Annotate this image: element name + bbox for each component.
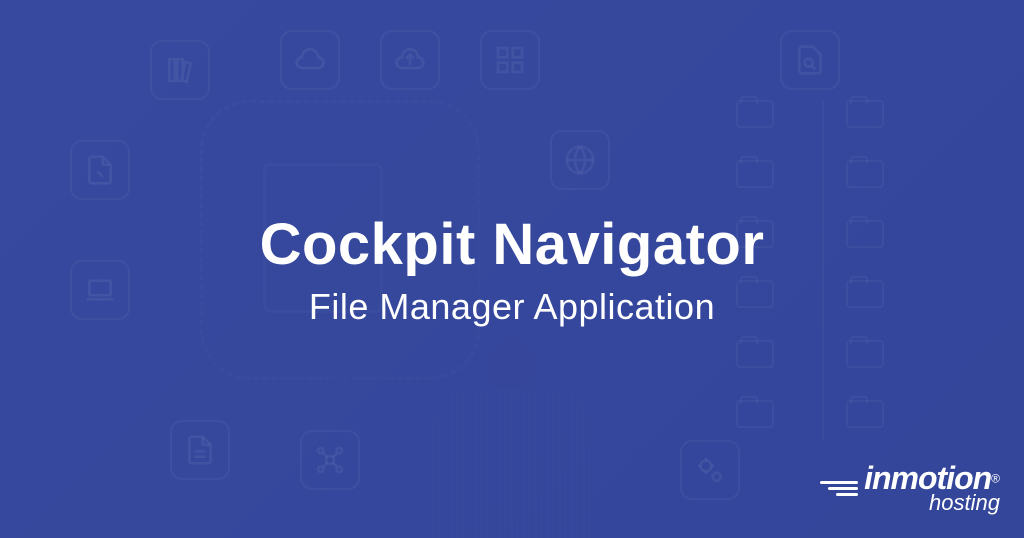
network-icon: [300, 430, 360, 490]
person-silhouette: [422, 338, 602, 538]
folder-icon: [846, 220, 884, 248]
laptop-icon: [70, 260, 130, 320]
folder-icon: [846, 160, 884, 188]
folder-icon: [846, 340, 884, 368]
books-icon: [150, 40, 210, 100]
document-edit-icon: [70, 140, 130, 200]
registered-symbol: ®: [991, 472, 1000, 486]
banner-subheadline: File Manager Application: [260, 286, 765, 328]
brand-logo: inmotion® hosting: [820, 462, 1000, 514]
logo-text: inmotion® hosting: [864, 462, 1000, 514]
folder-icon: [736, 340, 774, 368]
cloud-icon: [280, 30, 340, 90]
logo-tagline: hosting: [864, 492, 1000, 514]
file-icon: [170, 420, 230, 480]
promo-banner: Cockpit Navigator File Manager Applicati…: [0, 0, 1024, 538]
folder-icon: [846, 100, 884, 128]
grid-icon: [480, 30, 540, 90]
folder-icon: [846, 400, 884, 428]
globe-icon: [550, 130, 610, 190]
folder-icon: [736, 400, 774, 428]
cloud-upload-icon: [380, 30, 440, 90]
gears-icon: [680, 440, 740, 500]
folder-icon: [736, 100, 774, 128]
logo-speed-lines-icon: [820, 481, 858, 496]
folder-icon: [846, 280, 884, 308]
banner-headline: Cockpit Navigator: [260, 211, 765, 278]
banner-content: Cockpit Navigator File Manager Applicati…: [260, 211, 765, 328]
folder-icon: [736, 160, 774, 188]
search-document-icon: [780, 30, 840, 90]
